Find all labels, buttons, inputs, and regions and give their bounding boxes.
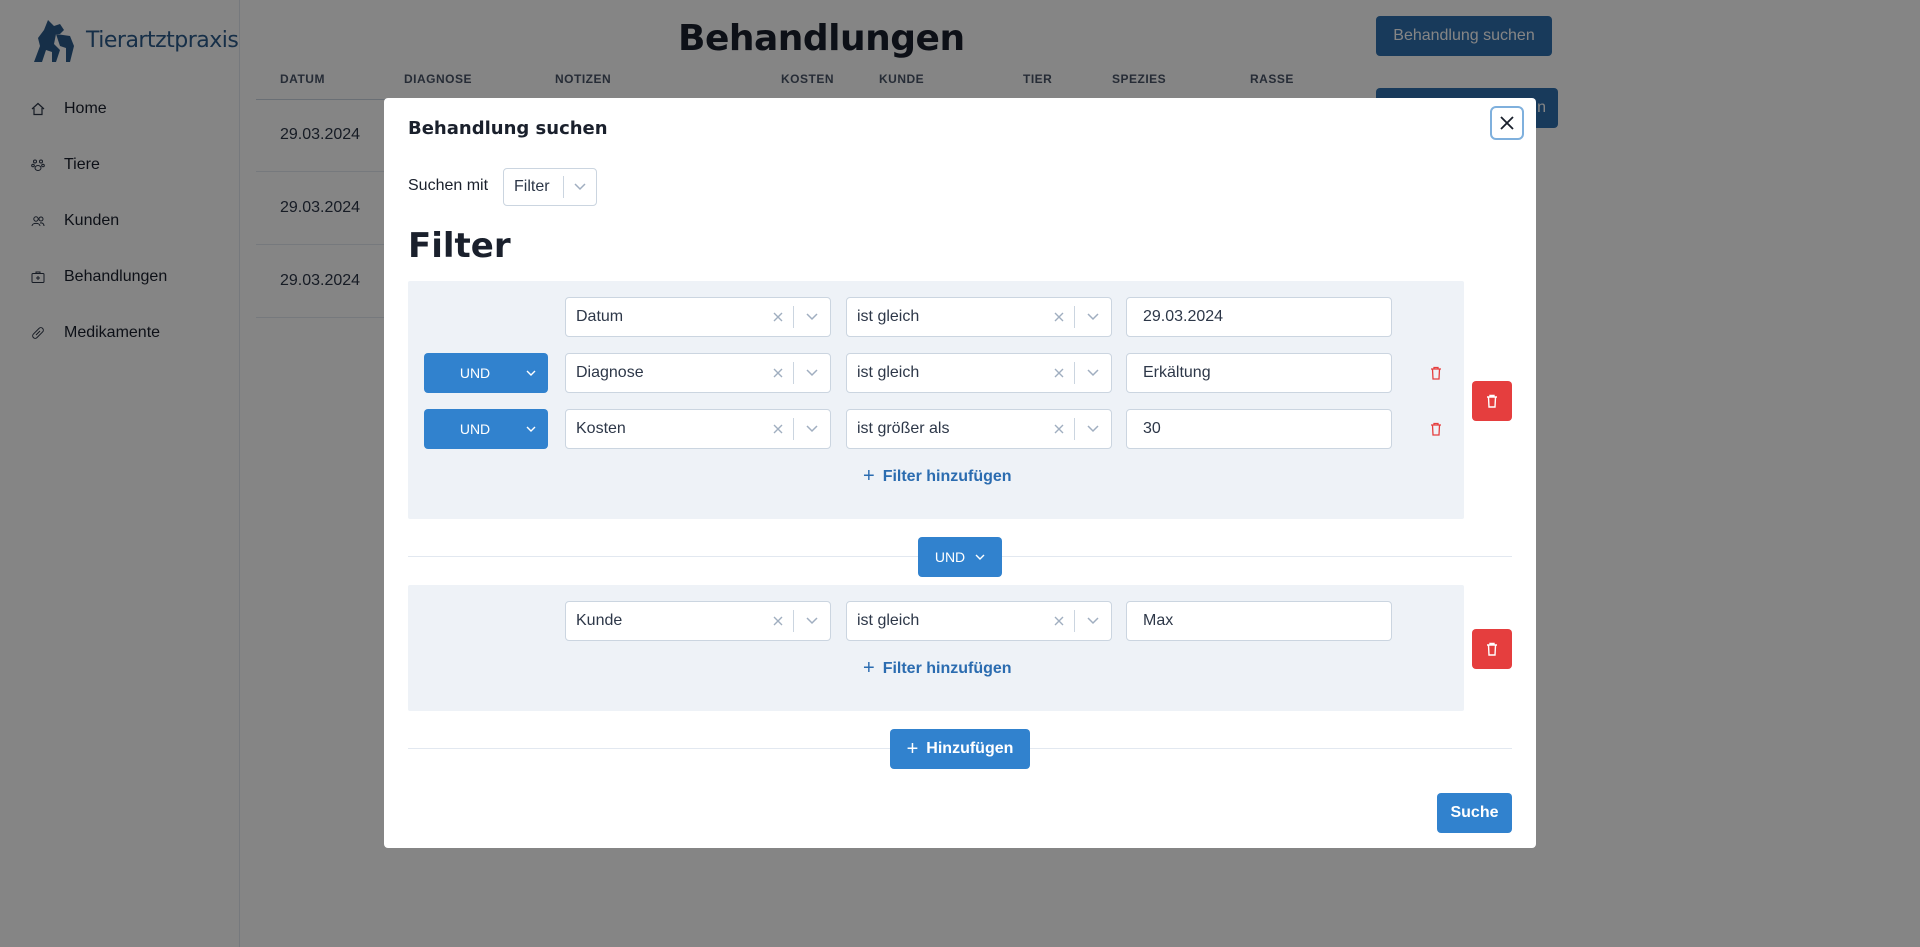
close-button[interactable] bbox=[1490, 106, 1524, 140]
connector-label: UND bbox=[459, 365, 491, 381]
trash-icon bbox=[1487, 642, 1497, 656]
field-select[interactable]: Diagnose bbox=[565, 353, 831, 393]
add-filter-label: Filter hinzufügen bbox=[882, 467, 1012, 485]
trash-icon bbox=[1431, 366, 1441, 380]
submit-search-button[interactable]: Suche bbox=[1437, 793, 1512, 833]
field-select[interactable]: Kunde bbox=[565, 601, 831, 641]
add-group-label: Hinzufügen bbox=[926, 740, 1014, 757]
filter-value-input[interactable] bbox=[1126, 601, 1392, 641]
chevron-down-icon[interactable] bbox=[1075, 313, 1111, 321]
trash-icon bbox=[1431, 422, 1441, 436]
operator-select[interactable]: ist gleich bbox=[846, 297, 1112, 337]
add-group-button[interactable]: + Hinzufügen bbox=[890, 729, 1030, 769]
filter-value-input[interactable] bbox=[1126, 353, 1392, 393]
operator-select[interactable]: ist größer als bbox=[846, 409, 1112, 449]
field-select-value: Diagnose bbox=[576, 364, 644, 381]
field-select-value: Datum bbox=[576, 308, 624, 325]
delete-filter-button[interactable] bbox=[1426, 363, 1446, 383]
filter-value-input[interactable] bbox=[1126, 297, 1392, 337]
clear-icon[interactable] bbox=[763, 312, 793, 322]
operator-select-value: ist gleich bbox=[857, 308, 920, 325]
delete-group-button[interactable] bbox=[1472, 629, 1512, 669]
search-modal: Behandlung suchen Suchen mit Filter Filt… bbox=[384, 98, 1536, 848]
filter-group: Kunde ist gleich + Filter hinzufügen bbox=[408, 585, 1464, 711]
add-filter-button[interactable]: + Filter hinzufügen bbox=[863, 657, 1012, 680]
filter-value-input[interactable] bbox=[1126, 409, 1392, 449]
chevron-down-icon[interactable] bbox=[794, 617, 830, 625]
operator-select-value: ist gleich bbox=[857, 612, 920, 629]
clear-icon[interactable] bbox=[1044, 368, 1074, 378]
clear-icon[interactable] bbox=[763, 368, 793, 378]
field-select-value: Kosten bbox=[576, 420, 626, 437]
clear-icon[interactable] bbox=[763, 616, 793, 626]
operator-select-value: ist größer als bbox=[857, 420, 950, 437]
chevron-down-icon bbox=[526, 370, 536, 376]
search-mode-label: Suchen mit bbox=[408, 177, 489, 194]
search-mode-select[interactable]: Filter bbox=[503, 168, 597, 206]
connector-select[interactable]: UND bbox=[424, 409, 548, 449]
search-mode-value: Filter bbox=[514, 178, 550, 195]
chevron-down-icon[interactable] bbox=[1075, 369, 1111, 377]
group-connector-select[interactable]: UND bbox=[918, 537, 1002, 577]
chevron-down-icon[interactable] bbox=[1075, 425, 1111, 433]
field-select[interactable]: Datum bbox=[565, 297, 831, 337]
chevron-down-icon[interactable] bbox=[564, 183, 596, 191]
connector-select[interactable]: UND bbox=[424, 353, 548, 393]
filter-group: Datum ist gleich UND Diagnose ist gleich bbox=[408, 281, 1464, 519]
delete-group-button[interactable] bbox=[1472, 381, 1512, 421]
clear-icon[interactable] bbox=[1044, 616, 1074, 626]
field-select[interactable]: Kosten bbox=[565, 409, 831, 449]
chevron-down-icon bbox=[526, 426, 536, 432]
clear-icon[interactable] bbox=[1044, 424, 1074, 434]
chevron-down-icon[interactable] bbox=[794, 369, 830, 377]
clear-icon[interactable] bbox=[763, 424, 793, 434]
plus-icon: + bbox=[906, 737, 919, 760]
operator-select[interactable]: ist gleich bbox=[846, 353, 1112, 393]
connector-label: UND bbox=[459, 421, 491, 437]
close-icon bbox=[1500, 116, 1514, 130]
chevron-down-icon[interactable] bbox=[794, 313, 830, 321]
plus-icon: + bbox=[863, 657, 875, 679]
operator-select[interactable]: ist gleich bbox=[846, 601, 1112, 641]
add-filter-label: Filter hinzufügen bbox=[882, 659, 1012, 677]
delete-filter-button[interactable] bbox=[1426, 419, 1446, 439]
group-connector-label: UND bbox=[934, 549, 966, 565]
chevron-down-icon[interactable] bbox=[1075, 617, 1111, 625]
chevron-down-icon[interactable] bbox=[794, 425, 830, 433]
plus-icon: + bbox=[863, 465, 875, 487]
field-select-value: Kunde bbox=[576, 612, 623, 629]
chevron-down-icon bbox=[975, 554, 985, 560]
trash-icon bbox=[1487, 394, 1497, 408]
operator-select-value: ist gleich bbox=[857, 364, 920, 381]
add-filter-button[interactable]: + Filter hinzufügen bbox=[863, 465, 1012, 488]
filter-heading: Filter bbox=[408, 226, 511, 266]
modal-title: Behandlung suchen bbox=[408, 118, 608, 139]
clear-icon[interactable] bbox=[1044, 312, 1074, 322]
